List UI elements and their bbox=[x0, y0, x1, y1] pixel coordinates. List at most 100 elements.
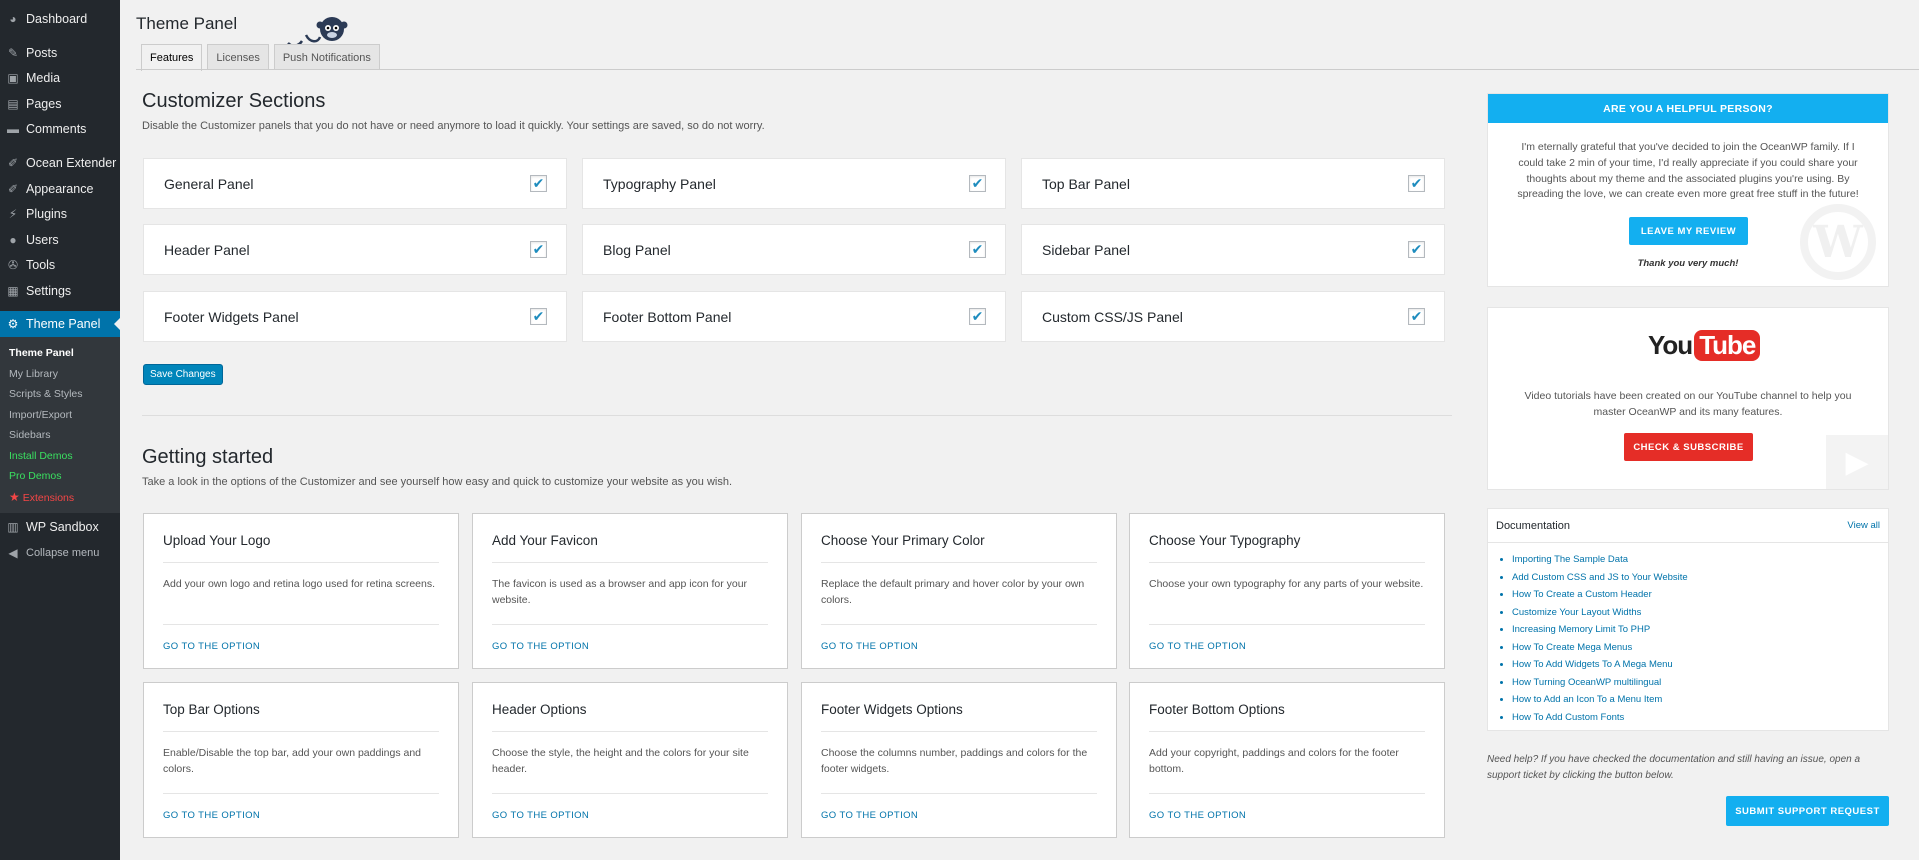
panel-checkbox[interactable]: ✔ bbox=[530, 175, 547, 192]
review-box: ARE YOU A HELPFUL PERSON? W I'm eternall… bbox=[1487, 93, 1889, 287]
youtube-logo-icon: You Tube bbox=[1648, 330, 1761, 361]
panel-checkbox[interactable]: ✔ bbox=[530, 308, 547, 325]
card-divider bbox=[1149, 562, 1425, 563]
go-to-option-link[interactable]: GO TO THE OPTION bbox=[492, 641, 589, 652]
submenu-my-library[interactable]: My Library bbox=[9, 368, 58, 380]
go-to-option-link[interactable]: GO TO THE OPTION bbox=[821, 810, 918, 821]
go-to-option-link[interactable]: GO TO THE OPTION bbox=[492, 810, 589, 821]
submenu-pro-demos[interactable]: Pro Demos bbox=[9, 470, 62, 482]
sidebar-item-posts[interactable]: ✎ Posts bbox=[0, 40, 120, 66]
sidebar-item-users[interactable]: ● Users bbox=[0, 227, 120, 253]
doc-link[interactable]: How To Add Widgets To A Mega Menu bbox=[1512, 659, 1673, 670]
doc-link[interactable]: Customize Your Layout Widths bbox=[1512, 607, 1641, 618]
page-title: Theme Panel bbox=[136, 14, 238, 33]
go-to-option-link[interactable]: GO TO THE OPTION bbox=[163, 641, 260, 652]
go-to-option-link[interactable]: GO TO THE OPTION bbox=[821, 641, 918, 652]
panel-checkbox[interactable]: ✔ bbox=[969, 175, 986, 192]
panel-checkbox[interactable]: ✔ bbox=[1408, 175, 1425, 192]
leave-review-button[interactable]: LEAVE MY REVIEW bbox=[1629, 217, 1748, 245]
sidebar-item-appearance[interactable]: ✐ Appearance bbox=[0, 176, 120, 202]
card-top-bar-options: Top Bar Options Enable/Disable the top b… bbox=[143, 682, 459, 838]
card-description: The favicon is used as a browser and app… bbox=[492, 578, 748, 606]
panel-label: Header Panel bbox=[164, 241, 250, 258]
list-item: Increasing Memory Limit To PHP bbox=[1512, 621, 1888, 639]
gear-icon: ⚙ bbox=[7, 317, 19, 331]
panel-label: Sidebar Panel bbox=[1042, 241, 1130, 258]
card-description: Enable/Disable the top bar, add your own… bbox=[163, 747, 422, 775]
sidebar-item-label: Theme Panel bbox=[26, 317, 101, 331]
card-divider bbox=[492, 731, 768, 732]
panel-option-header: Header Panel ✔ bbox=[143, 224, 567, 275]
card-title: Choose Your Typography bbox=[1149, 533, 1301, 548]
sidebar-item-plugins[interactable]: ⚡ Plugins bbox=[0, 201, 120, 227]
panel-checkbox[interactable]: ✔ bbox=[1408, 308, 1425, 325]
list-item: Importing The Sample Data bbox=[1512, 551, 1888, 569]
list-item: Add Custom CSS and JS to Your Website bbox=[1512, 569, 1888, 587]
sidebar-item-wp-sandbox[interactable]: ▥ WP Sandbox bbox=[0, 514, 120, 540]
submit-support-request-button[interactable]: SUBMIT SUPPORT REQUEST bbox=[1726, 796, 1889, 826]
tab-features[interactable]: Features bbox=[141, 44, 203, 71]
panel-option-general: General Panel ✔ bbox=[143, 158, 567, 209]
youtube-box-text: Video tutorials have been created on our… bbox=[1524, 390, 1852, 418]
card-description: Replace the default primary and hover co… bbox=[821, 578, 1085, 606]
sidebar-item-dashboard[interactable]: ◕ Dashboard bbox=[0, 6, 120, 32]
star-icon: ★ bbox=[9, 490, 20, 504]
go-to-option-link[interactable]: GO TO THE OPTION bbox=[163, 810, 260, 821]
page-icon: ▤ bbox=[7, 97, 19, 111]
card-title: Add Your Favicon bbox=[492, 533, 598, 548]
sidebar-item-settings[interactable]: ▦ Settings bbox=[0, 278, 120, 304]
panel-checkbox[interactable]: ✔ bbox=[530, 241, 547, 258]
panel-checkbox[interactable]: ✔ bbox=[969, 308, 986, 325]
card-title: Choose Your Primary Color bbox=[821, 533, 985, 548]
go-to-option-link[interactable]: GO TO THE OPTION bbox=[1149, 810, 1246, 821]
doc-link[interactable]: Add Custom CSS and JS to Your Website bbox=[1512, 572, 1688, 583]
sidebar-item-tools[interactable]: ✇ Tools bbox=[0, 252, 120, 278]
doc-link[interactable]: Importing The Sample Data bbox=[1512, 554, 1628, 565]
panel-option-footer-bottom: Footer Bottom Panel ✔ bbox=[582, 291, 1006, 342]
doc-link[interactable]: Increasing Memory Limit To PHP bbox=[1512, 624, 1650, 635]
submenu-install-demos[interactable]: Install Demos bbox=[9, 450, 73, 462]
go-to-option-link[interactable]: GO TO THE OPTION bbox=[1149, 641, 1246, 652]
sidebar-item-media[interactable]: ▣ Media bbox=[0, 65, 120, 91]
sidebar-item-pages[interactable]: ▤ Pages bbox=[0, 91, 120, 117]
tab-licenses[interactable]: Licenses bbox=[207, 44, 269, 70]
panel-checkbox[interactable]: ✔ bbox=[969, 241, 986, 258]
submenu-extensions[interactable]: ★ Extensions bbox=[9, 490, 74, 504]
submenu-scripts-styles[interactable]: Scripts & Styles bbox=[9, 388, 83, 400]
doc-link[interactable]: How Turning OceanWP multilingual bbox=[1512, 677, 1661, 688]
sidebar-item-label: Pages bbox=[26, 97, 62, 111]
card-divider bbox=[821, 624, 1097, 625]
sidebar-item-label: Dashboard bbox=[26, 12, 88, 26]
panel-label: General Panel bbox=[164, 175, 254, 192]
list-item: How To Create Mega Menus bbox=[1512, 639, 1888, 657]
submenu-theme-panel[interactable]: Theme Panel bbox=[9, 347, 74, 359]
submenu-sidebars[interactable]: Sidebars bbox=[9, 429, 50, 441]
tab-push-notifications[interactable]: Push Notifications bbox=[273, 44, 380, 70]
sidebar-item-theme-panel[interactable]: ⚙ Theme Panel bbox=[0, 311, 120, 337]
comment-icon: ▬ bbox=[7, 122, 19, 136]
doc-link[interactable]: How To Add Custom Fonts bbox=[1512, 712, 1624, 723]
documentation-header: Documentation View all bbox=[1488, 509, 1888, 543]
doc-link[interactable]: How to Add an Icon To a Menu Item bbox=[1512, 694, 1662, 705]
panel-option-typography: Typography Panel ✔ bbox=[582, 158, 1006, 209]
media-icon: ▣ bbox=[7, 71, 19, 85]
collapse-menu-button[interactable]: ◀ Collapse menu bbox=[0, 540, 120, 566]
save-changes-button[interactable]: Save Changes bbox=[143, 364, 223, 385]
youtube-logo-you: You bbox=[1648, 330, 1693, 360]
section-divider bbox=[142, 415, 1452, 416]
card-description: Choose your own typography for any parts… bbox=[1149, 578, 1424, 590]
card-description: Choose the style, the height and the col… bbox=[492, 747, 749, 775]
sidebar-item-comments[interactable]: ▬ Comments bbox=[0, 116, 120, 142]
panel-checkbox[interactable]: ✔ bbox=[1408, 241, 1425, 258]
help-text: Need help? If you have checked the docum… bbox=[1487, 754, 1861, 781]
doc-link[interactable]: How To Create a Custom Header bbox=[1512, 589, 1652, 600]
sidebar-item-ocean-extender[interactable]: ✐ Ocean Extender bbox=[0, 150, 120, 176]
submenu-import-export[interactable]: Import/Export bbox=[9, 409, 72, 421]
check-subscribe-button[interactable]: CHECK & SUBSCRIBE bbox=[1624, 433, 1753, 461]
doc-link[interactable]: How To Create Mega Menus bbox=[1512, 642, 1632, 653]
youtube-logo-tube: Tube bbox=[1694, 330, 1761, 361]
view-all-link[interactable]: View all bbox=[1847, 520, 1880, 531]
customizer-sections-title: Customizer Sections bbox=[142, 90, 326, 112]
card-primary-color: Choose Your Primary Color Replace the de… bbox=[801, 513, 1117, 669]
list-item: How to Add an Icon To a Menu Item bbox=[1512, 691, 1888, 709]
